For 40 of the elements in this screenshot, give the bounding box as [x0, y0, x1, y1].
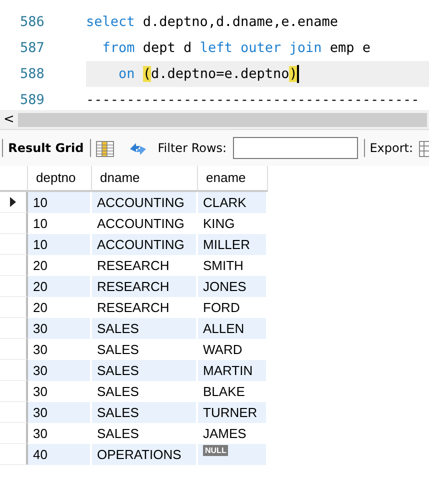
- line-number: 586: [19, 12, 46, 32]
- table-cell: OPERATIONS: [92, 444, 198, 465]
- table-cell: 20: [28, 276, 92, 297]
- table-cell: RESEARCH: [92, 276, 198, 297]
- result-grid-tab[interactable]: Result Grid: [8, 139, 84, 157]
- table-cell: SALES: [92, 402, 198, 423]
- table-cell: 30: [28, 402, 92, 423]
- table-cell: ALLEN: [198, 318, 268, 339]
- table-cell: SALES: [92, 318, 198, 339]
- code-line: on (d.deptno=e.deptno): [118, 64, 298, 84]
- table-cell: JONES: [198, 276, 268, 297]
- filter-field[interactable]: [232, 137, 358, 159]
- null-badge: NULL: [203, 445, 228, 456]
- code-line: -----------------------------------------: [86, 90, 420, 110]
- export-icon[interactable]: [419, 139, 429, 157]
- table-cell: TURNER: [198, 402, 268, 423]
- grid-icon[interactable]: [96, 139, 114, 157]
- table-cell: 10: [28, 192, 92, 213]
- table-cell: 10: [28, 234, 92, 255]
- table-cell: 30: [28, 360, 92, 381]
- table-cell: ACCOUNTING: [92, 234, 198, 255]
- code-line: from dept d left outer join emp e: [101, 38, 371, 58]
- table-cell: SALES: [92, 360, 198, 381]
- code-line: select d.deptno,d.dname,e.ename: [86, 12, 338, 32]
- line-number: 588: [19, 64, 46, 84]
- column-header[interactable]: dname: [92, 166, 198, 192]
- export-label: Export:: [370, 140, 414, 157]
- table-cell: 40: [28, 444, 92, 465]
- scroll-left-button[interactable]: <: [0, 110, 18, 130]
- horizontal-scrollbar[interactable]: [18, 112, 427, 126]
- table-cell: MARTIN: [198, 360, 268, 381]
- filter-label: Filter Rows:: [158, 140, 227, 157]
- line-number: 587: [19, 38, 46, 58]
- table-cell: ACCOUNTING: [92, 192, 198, 213]
- table-cell: CLARK: [198, 192, 268, 213]
- column-header[interactable]: ename: [198, 166, 268, 192]
- table-cell: MILLER: [198, 234, 268, 255]
- line-number: 589: [19, 90, 46, 110]
- table-cell: 30: [28, 318, 92, 339]
- column-header[interactable]: deptno: [28, 166, 92, 192]
